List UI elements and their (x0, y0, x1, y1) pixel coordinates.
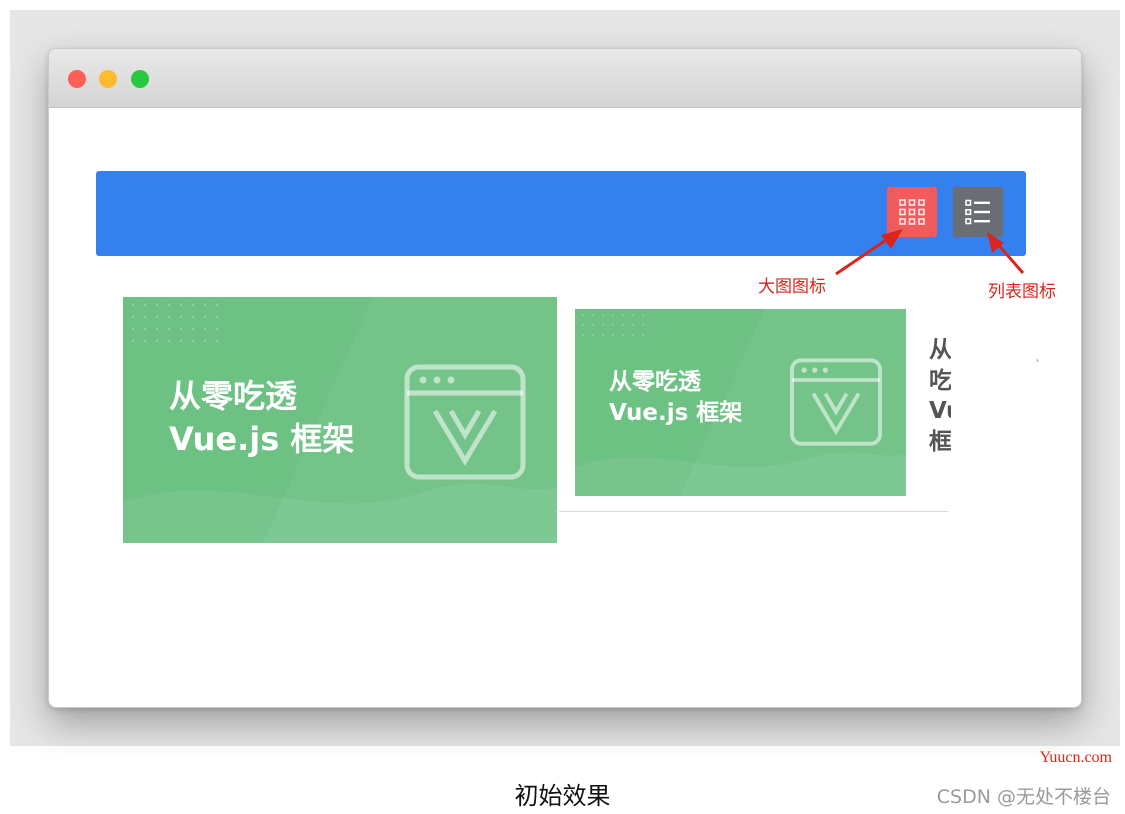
grid-annotation-arrowhead (881, 229, 903, 249)
site-watermark: Yuucn.com (1039, 749, 1112, 766)
grid-icon-annotation: 大图图标 (758, 277, 826, 297)
annotation-arrows (835, 229, 1025, 276)
list-icon-annotation: 列表图标 (988, 282, 1056, 302)
csdn-watermark: CSDN @无处不楼台 (936, 786, 1111, 808)
grid-annotation-arrow (835, 234, 893, 276)
